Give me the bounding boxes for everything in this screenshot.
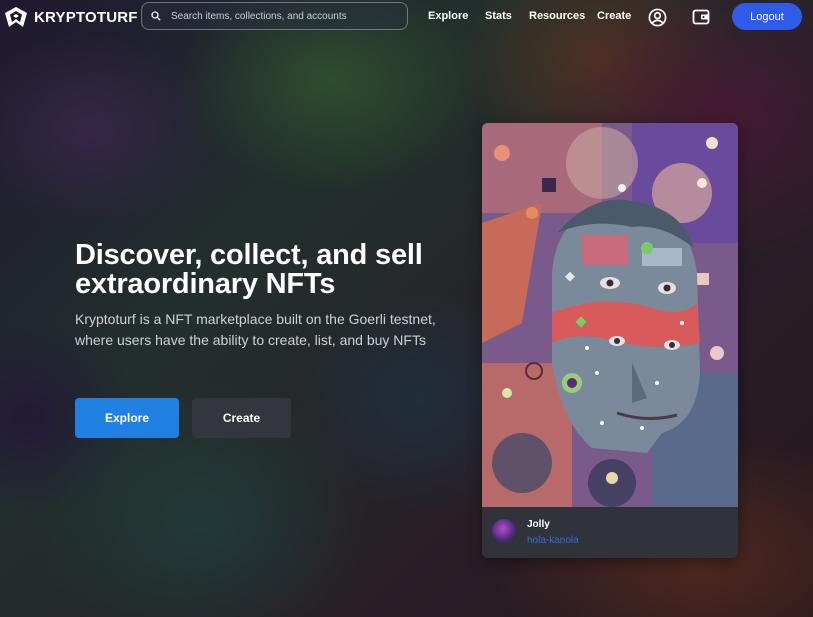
nft-name[interactable]: Jolly	[527, 519, 550, 530]
hero-title: Discover, collect, and sell extraordinar…	[75, 239, 423, 300]
search-bar[interactable]	[141, 2, 408, 30]
explore-button[interactable]: Explore	[75, 398, 179, 438]
brand-logo[interactable]: KRYPTOTURF	[3, 5, 138, 29]
brand-name: KRYPTOTURF	[34, 8, 138, 26]
hero-description: Kryptoturf is a NFT marketplace built on…	[75, 311, 436, 348]
search-input[interactable]	[169, 9, 393, 23]
create-button[interactable]: Create	[192, 398, 291, 438]
logout-button[interactable]: Logout	[732, 3, 802, 30]
nft-owner-link[interactable]: hola-kanola	[527, 535, 579, 546]
card-footer: Jolly hola-kanola	[482, 507, 738, 558]
nav-stats[interactable]: Stats	[485, 10, 512, 22]
top-navigation: KRYPTOTURF Explore Stats Resources Creat…	[0, 0, 813, 34]
wallet-icon[interactable]	[692, 8, 710, 26]
nav-resources[interactable]: Resources	[529, 10, 585, 22]
nav-explore[interactable]: Explore	[428, 10, 468, 22]
search-icon	[151, 11, 161, 21]
account-circle-icon[interactable]	[648, 8, 667, 27]
avatar[interactable]	[492, 519, 516, 543]
featured-nft-card[interactable]: Jolly hola-kanola	[482, 123, 738, 558]
logo-icon	[5, 7, 27, 27]
nft-artwork	[482, 123, 738, 507]
nav-create[interactable]: Create	[597, 10, 631, 22]
